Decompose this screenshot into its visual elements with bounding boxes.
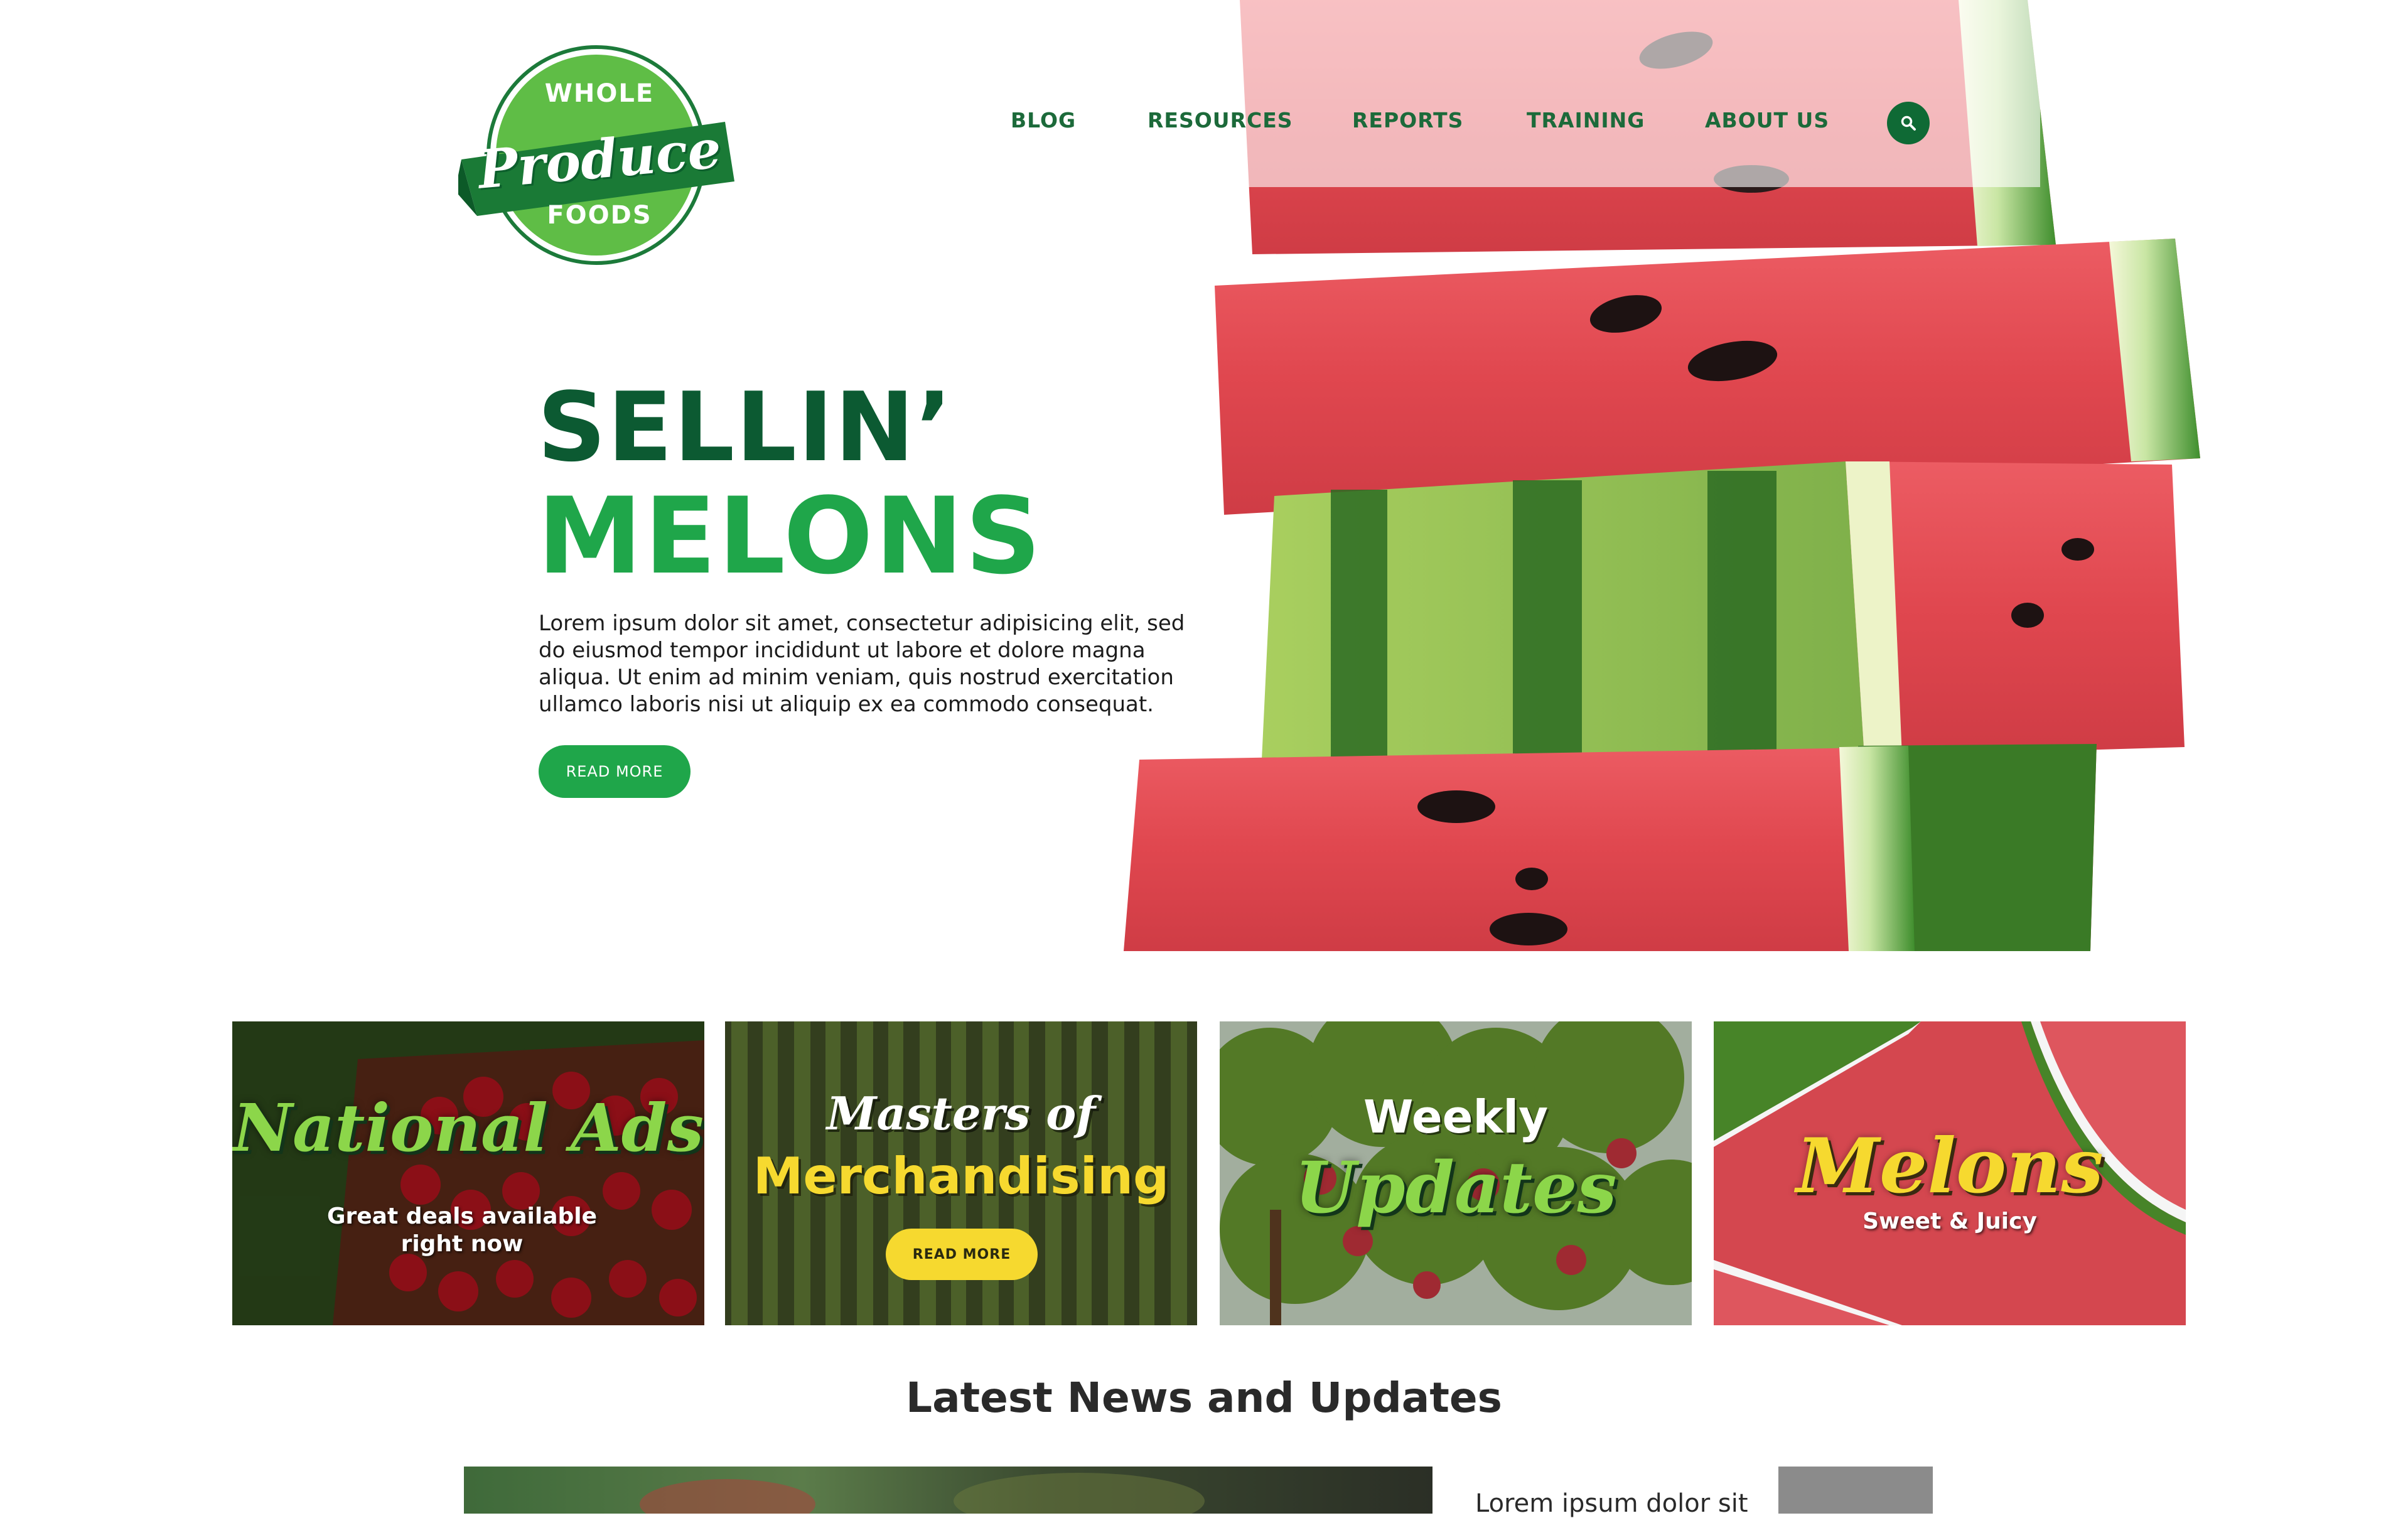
card-title-merchandising: Merchandising — [753, 1147, 1169, 1205]
card-national-ads[interactable]: National Ads Great deals available right… — [232, 1021, 704, 1325]
hero-title-line2: MELONS — [537, 475, 1043, 598]
search-icon — [1901, 116, 1916, 131]
card-title-national-ads: National Ads — [232, 1089, 704, 1166]
news-item-title[interactable]: Lorem ipsum dolor sit — [1475, 1489, 1748, 1518]
logo[interactable]: WHOLE Produce FOODS — [458, 40, 741, 270]
card-subtitle-sweet-juicy: Sweet & Juicy — [1862, 1208, 2037, 1234]
card-weekly-updates[interactable]: Weekly Updates — [1220, 1021, 1692, 1325]
nav-item-reports[interactable]: REPORTS — [1352, 108, 1463, 132]
nav-item-blog[interactable]: BLOG — [1011, 108, 1076, 132]
nav-item-about-us[interactable]: ABOUT US — [1705, 108, 1829, 132]
melon-slice-2 — [1215, 239, 2200, 515]
card-title-melons: Melons — [1796, 1122, 2104, 1210]
nav-item-training[interactable]: TRAINING — [1527, 108, 1645, 132]
melon-slice-3 — [1262, 461, 1864, 760]
card-read-more-button[interactable]: READ MORE — [886, 1229, 1038, 1280]
strawberries-image — [232, 1021, 704, 1325]
news-section-heading: Latest News and Updates — [906, 1374, 1502, 1422]
hero-read-more-button[interactable]: READ MORE — [539, 745, 691, 798]
logo-text-whole: WHOLE — [544, 79, 655, 108]
search-button[interactable] — [1887, 102, 1930, 144]
news-featured-image[interactable] — [464, 1467, 1432, 1514]
news-image — [464, 1467, 1432, 1514]
hero-title-line1: SELLIN’ — [537, 372, 954, 483]
melon-slice-4 — [1124, 744, 2097, 951]
card-subtitle-1: Great deals available — [326, 1203, 598, 1229]
card-subtitle-2: right now — [400, 1231, 524, 1257]
card-melons[interactable]: Melons Sweet & Juicy — [1714, 1021, 2186, 1325]
hero-paragraph: Lorem ipsum dolor sit amet, consectetur … — [539, 611, 1185, 717]
nav-overlay-band — [1230, 0, 2040, 187]
news-item-thumbnail[interactable] — [1778, 1467, 1933, 1514]
logo-text-foods: FOODS — [547, 201, 652, 230]
card-title-weekly: Weekly — [1363, 1090, 1548, 1143]
card-title-masters-of: Masters of — [826, 1087, 1096, 1140]
hero-watermelon-image — [1124, 0, 2200, 951]
nav-item-resources[interactable]: RESOURCES — [1148, 108, 1293, 132]
card-masters-of-merchandising[interactable]: Masters of Merchandising READ MORE — [725, 1021, 1197, 1325]
card-title-updates: Updates — [1294, 1147, 1617, 1229]
